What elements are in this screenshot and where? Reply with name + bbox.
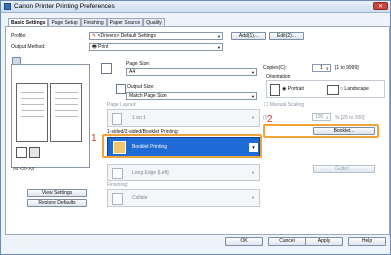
output-method-label: Output Method: (11, 44, 46, 50)
booklet-preview-image (16, 83, 82, 142)
print-mode-highlight (102, 134, 262, 158)
help-button[interactable]: Help (348, 237, 386, 246)
text-line (21, 116, 44, 117)
spinner-icon[interactable]: ⇕ (326, 115, 329, 120)
text-line (21, 104, 44, 105)
page-size-icon (101, 63, 112, 74)
output-size-icon (116, 84, 126, 94)
landscape-icon (327, 85, 339, 95)
ok-button[interactable]: OK (225, 237, 263, 246)
binding-select[interactable]: Long Edge [Left] ▼ (107, 164, 260, 181)
output-size-value: Match Page Size (129, 93, 167, 99)
text-line (55, 92, 78, 93)
view-settings-button[interactable]: View Settings (27, 189, 87, 197)
preview-right-page (50, 83, 82, 142)
orientation-group: ◉ Portrait ○ Landscape (266, 80, 385, 98)
page-size-label: Page Size: (126, 61, 151, 67)
finishing-value: Collate (132, 195, 148, 201)
profile-value: <Drivers> Default Settings (97, 33, 156, 39)
finishing-select[interactable]: Collate ▼ (107, 189, 260, 207)
chevron-down-icon: ▼ (251, 70, 255, 75)
copies-range: [1 to 9999] (335, 65, 359, 71)
output-method-select[interactable]: 🖶 Print ▼ (89, 43, 223, 51)
title-bar: Canon Printer Printing Preferences ✕ (1, 1, 390, 13)
text-line (55, 98, 78, 99)
scaling-value: 100 (315, 114, 324, 120)
output-size-select[interactable]: Match Page Size ▼ (126, 92, 257, 100)
profile-add-button[interactable]: Add(1)... (231, 32, 266, 40)
binding-value: Long Edge [Left] (132, 170, 169, 176)
spinner-icon[interactable]: ⇕ (326, 66, 329, 71)
profile-select[interactable]: ✎ <Drivers> Default Settings ▼ (89, 32, 223, 40)
page-layout-value: 1 on 1 (132, 115, 146, 121)
page-size-select[interactable]: A4 ▼ (126, 68, 257, 76)
chevron-down-icon: ▼ (251, 195, 255, 200)
chevron-down-icon: ▼ (251, 94, 255, 99)
page-size-value: A4 (129, 69, 136, 75)
scaling-input[interactable]: 100 ⇕ (312, 113, 331, 121)
finishing-label: Finishing: (107, 182, 129, 188)
profile-edit-button[interactable]: Edit(2)... (269, 32, 304, 40)
preview-caption: A4 <3> A4 (13, 166, 35, 171)
gutter-button[interactable]: Gutter... (313, 165, 375, 173)
close-button[interactable]: ✕ (373, 2, 388, 10)
profile-label: Profile: (11, 33, 27, 39)
manual-scaling-label: Manual Scaling (269, 102, 305, 108)
manual-scaling-checkbox[interactable]: ☐ Manual Scaling (264, 102, 304, 108)
cancel-button[interactable]: Cancel (268, 237, 306, 246)
chevron-down-icon: ▼ (217, 34, 221, 39)
chevron-down-icon: ▼ (251, 115, 255, 120)
output-size-label: Output Size: (127, 84, 155, 90)
text-line (55, 116, 78, 117)
landscape-label: Landscape (344, 86, 369, 92)
restore-defaults-button[interactable]: Restore Defaults (27, 199, 87, 207)
page-layout-label: Page Layout: (107, 102, 137, 108)
copies-input[interactable]: 1 ⇕ (312, 64, 331, 72)
window-title: Canon Printer Printing Preferences (14, 3, 115, 10)
landscape-radio[interactable]: ○ Landscape (340, 86, 369, 92)
copies-value: 1 (320, 65, 323, 71)
page-layout-icon (112, 113, 122, 125)
preview-left-page (16, 83, 48, 142)
portrait-label: Portrait (287, 86, 304, 92)
collate-icon (112, 193, 123, 205)
binding-icon (112, 168, 123, 179)
booklet-highlight (263, 124, 379, 138)
callout-one: 1 (91, 133, 97, 144)
page-layout-select[interactable]: 1 on 1 ▼ (107, 109, 260, 127)
apply-button[interactable]: Apply (305, 237, 343, 246)
output-method-value: Print (98, 44, 109, 50)
portrait-icon (270, 84, 280, 96)
document-icon (29, 147, 40, 158)
pages-icon (16, 147, 27, 158)
text-line (21, 98, 44, 99)
text-line (21, 92, 44, 93)
callout-two: 2 (267, 114, 273, 125)
text-line (55, 104, 78, 105)
copies-label: Copies(C): (263, 65, 287, 71)
text-line (55, 110, 78, 111)
portrait-radio[interactable]: ◉ Portrait (282, 86, 304, 92)
chevron-down-icon: ▼ (217, 45, 221, 50)
scaling-range: % [25 to 200] (335, 115, 365, 121)
printer-app-icon (4, 3, 11, 10)
text-line (21, 110, 44, 111)
chevron-down-icon: ▼ (251, 170, 255, 175)
